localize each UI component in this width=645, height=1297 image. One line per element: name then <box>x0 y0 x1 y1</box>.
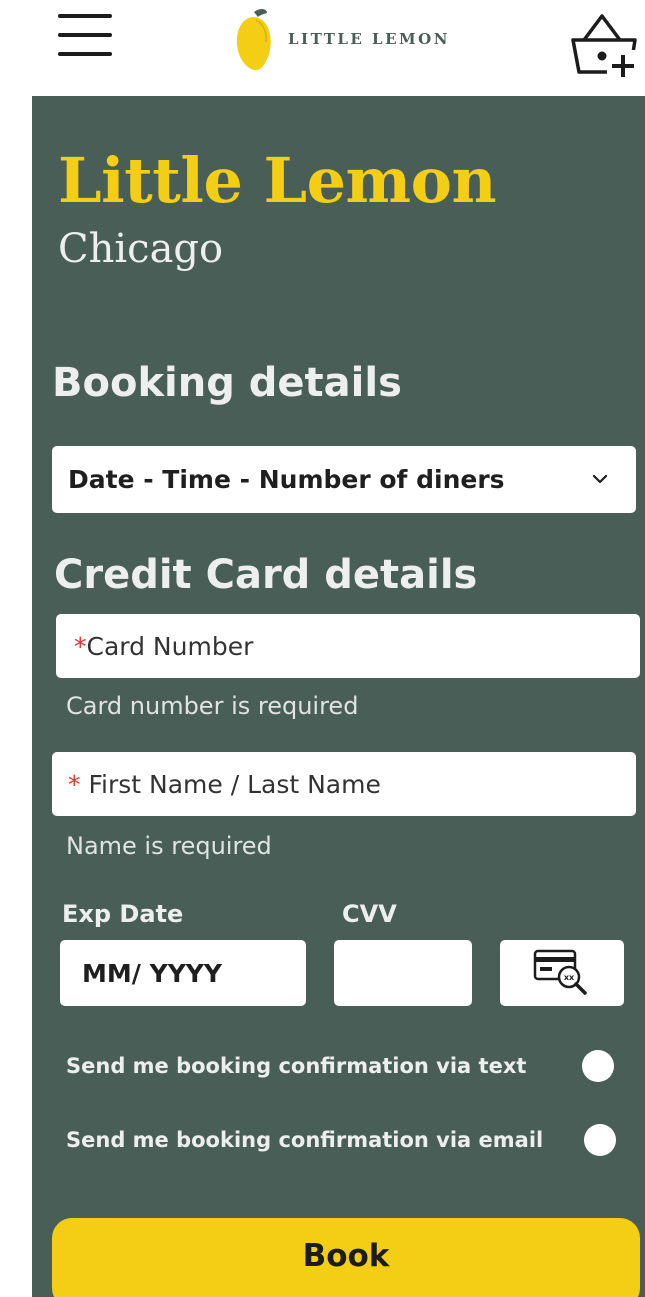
lemon-icon <box>236 9 271 71</box>
book-button[interactable]: Book <box>52 1218 640 1297</box>
svg-text:xx: xx <box>564 973 575 982</box>
basket-add-icon <box>571 14 637 80</box>
booking-page: LITTLE LEMON Little Lemon Chicago Bookin… <box>0 0 645 1297</box>
menu-button[interactable] <box>56 12 116 58</box>
top-header: LITTLE LEMON <box>0 0 645 96</box>
email-confirmation-radio[interactable] <box>584 1124 616 1156</box>
card-number-error: Card number is required <box>66 692 359 720</box>
card-number-field[interactable]: * Card Number <box>56 614 640 678</box>
email-confirmation-option[interactable]: Send me booking confirmation via email <box>66 1120 622 1160</box>
cvv-field[interactable] <box>334 940 472 1006</box>
name-error: Name is required <box>66 832 272 860</box>
exp-date-placeholder: MM/ YYYY <box>82 958 223 988</box>
email-confirmation-label: Send me booking confirmation via email <box>66 1128 544 1152</box>
text-confirmation-label: Send me booking confirmation via text <box>66 1054 527 1078</box>
required-marker: * <box>68 769 89 799</box>
exp-date-label: Exp Date <box>62 900 184 928</box>
restaurant-city: Chicago <box>58 226 224 272</box>
credit-card-details-heading: Credit Card details <box>54 552 478 598</box>
card-number-placeholder: Card Number <box>86 631 254 661</box>
required-marker: * <box>74 631 87 661</box>
cvv-label: CVV <box>342 900 397 928</box>
logo[interactable]: LITTLE LEMON <box>234 4 450 74</box>
logo-text: LITTLE LEMON <box>288 30 450 48</box>
hamburger-menu-icon-bar <box>58 33 112 37</box>
hamburger-menu-icon-bar <box>58 52 112 56</box>
booking-details-select-value: Date - Time - Number of diners <box>68 465 505 494</box>
booking-details-select[interactable]: Date - Time - Number of diners <box>52 446 636 513</box>
text-confirmation-option[interactable]: Send me booking confirmation via text <box>66 1046 622 1086</box>
card-magnifier-icon: xx <box>533 949 587 995</box>
chevron-down-icon <box>592 474 608 484</box>
name-placeholder: First Name / Last Name <box>88 769 381 799</box>
text-confirmation-radio[interactable] <box>582 1050 614 1082</box>
name-field[interactable]: * First Name / Last Name <box>52 752 636 816</box>
basket-button[interactable] <box>566 8 642 80</box>
exp-date-field[interactable]: MM/ YYYY <box>60 940 306 1006</box>
restaurant-name: Little Lemon <box>58 144 497 217</box>
booking-details-heading: Booking details <box>52 360 402 406</box>
hamburger-menu-icon-bar <box>58 14 112 18</box>
cvv-help-button[interactable]: xx <box>500 940 624 1006</box>
